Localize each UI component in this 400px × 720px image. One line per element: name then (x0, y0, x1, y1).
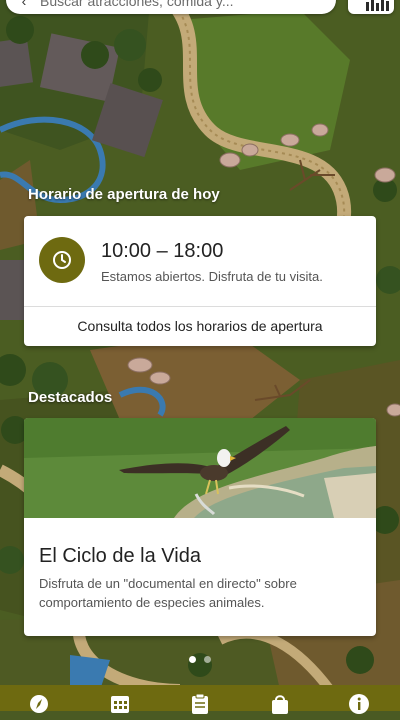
back-arrow-icon[interactable]: ‹ (14, 0, 34, 9)
featured-section-title: Destacados (28, 389, 113, 406)
hours-section-title: Horario de apertura de hoy (28, 186, 220, 203)
featured-card[interactable]: El Ciclo de la Vida Disfruta de un "docu… (24, 418, 376, 636)
carousel-indicator (0, 656, 400, 663)
search-input[interactable]: Buscar atracciones, comida y... (40, 0, 233, 9)
compass-icon[interactable] (28, 693, 50, 715)
featured-image (24, 418, 376, 518)
clipboard-icon[interactable] (189, 693, 211, 715)
carousel-dot-active[interactable] (189, 656, 196, 663)
calendar-icon[interactable] (109, 693, 131, 715)
bottom-navigation (0, 685, 400, 714)
info-icon[interactable] (348, 693, 370, 715)
featured-description: Disfruta de un "documental en directo" s… (39, 576, 297, 610)
clock-icon (39, 237, 85, 283)
zoo-logo (348, 0, 394, 14)
search-bar[interactable]: ‹ Buscar atracciones, comida y... (6, 0, 336, 14)
carousel-dot[interactable] (204, 656, 211, 663)
opening-hours-card: 10:00 – 18:00 Estamos abiertos. Disfruta… (24, 216, 376, 346)
shopping-bag-icon[interactable] (269, 693, 291, 715)
featured-title: El Ciclo de la Vida (39, 545, 201, 567)
all-hours-link[interactable]: Consulta todos los horarios de apertura (24, 307, 376, 345)
hours-status-text: Estamos abiertos. Disfruta de tu visita. (101, 269, 323, 284)
hours-time-range: 10:00 – 18:00 (101, 240, 224, 262)
